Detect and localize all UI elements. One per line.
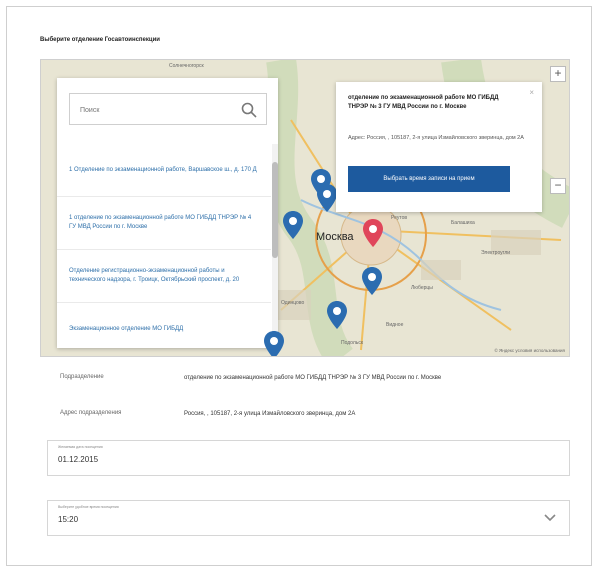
map-pin-blue[interactable]	[263, 330, 285, 357]
search-box[interactable]	[69, 93, 267, 125]
map-pin-blue[interactable]	[282, 210, 304, 240]
list-item[interactable]: 1 отделение по экзаменационной работе МО…	[57, 197, 271, 250]
map-label-elektrougli: Электроугли	[481, 250, 511, 256]
map-credit: © Яндекс условия использования	[494, 348, 565, 353]
map-pin-blue[interactable]	[361, 266, 383, 296]
close-icon[interactable]: ×	[529, 88, 534, 97]
address-value: Россия, , 105187, 2-я улица Измайловског…	[184, 411, 356, 417]
time-select-value[interactable]: 15:20	[58, 515, 78, 524]
list-scrollbar[interactable]	[272, 144, 278, 348]
date-field-label: Желаемая дата посещения	[58, 445, 103, 449]
map-label-lyubertsy: Люберцы	[411, 285, 433, 291]
map-label-vidnoe: Видное	[386, 322, 404, 328]
office-list: 1 Отделение по экзаменационной работе, В…	[57, 144, 271, 348]
office-popup: × отделение по экзаменационной работе МО…	[336, 82, 542, 212]
office-list-panel: 1 Отделение по экзаменационной работе, В…	[57, 78, 278, 348]
popup-title: отделение по экзаменационной работе МО Г…	[348, 95, 499, 110]
map-pin-blue[interactable]	[326, 300, 348, 330]
zoom-in-button[interactable]: +	[550, 66, 566, 82]
map-label-odintsovo: Одинцово	[281, 300, 305, 306]
map-label-balashikha: Балашиха	[451, 220, 475, 226]
list-item[interactable]: Отделение регистрационно-экзаменационной…	[57, 250, 271, 303]
choose-time-button[interactable]: Выбрать время записи на прием	[348, 166, 510, 192]
map-city-label: Москва	[316, 231, 354, 243]
zoom-out-button[interactable]: −	[550, 178, 566, 194]
date-field[interactable]: Желаемая дата посещения 01.12.2015	[47, 440, 570, 476]
search-input[interactable]	[78, 100, 232, 120]
form-heading: Выберите отделение Госавтоинспекции	[40, 37, 160, 43]
map-pin-blue[interactable]	[316, 183, 338, 213]
division-value: отделение по экзаменационной работе МО Г…	[184, 375, 442, 381]
map-label-top: Солнечногорск	[169, 63, 204, 69]
list-item[interactable]: Экзаменационное отделение МО ГИБДД	[57, 303, 271, 348]
address-label: Адрес подразделения	[60, 410, 122, 416]
time-select-label: Выберите удобное время посещения	[58, 505, 119, 509]
popup-address: Адрес: Россия, , 105187, 2-я улица Измай…	[348, 135, 524, 141]
map-label-podolsk: Подольск	[341, 340, 364, 346]
map-pin-selected[interactable]	[362, 218, 384, 248]
time-select[interactable]: Выберите удобное время посещения 15:20	[47, 500, 570, 536]
map-label-reutov: Реутов	[391, 215, 408, 221]
chevron-down-icon[interactable]	[543, 511, 557, 525]
date-field-value[interactable]: 01.12.2015	[58, 455, 98, 464]
division-label: Подразделение	[60, 374, 104, 380]
list-item[interactable]: 1 Отделение по экзаменационной работе, В…	[57, 144, 271, 197]
search-icon[interactable]	[240, 101, 258, 119]
map-widget[interactable]: Солнечногорск Одинцово Реутов Балашиха Э…	[40, 59, 570, 357]
scrollbar-thumb[interactable]	[272, 162, 278, 258]
